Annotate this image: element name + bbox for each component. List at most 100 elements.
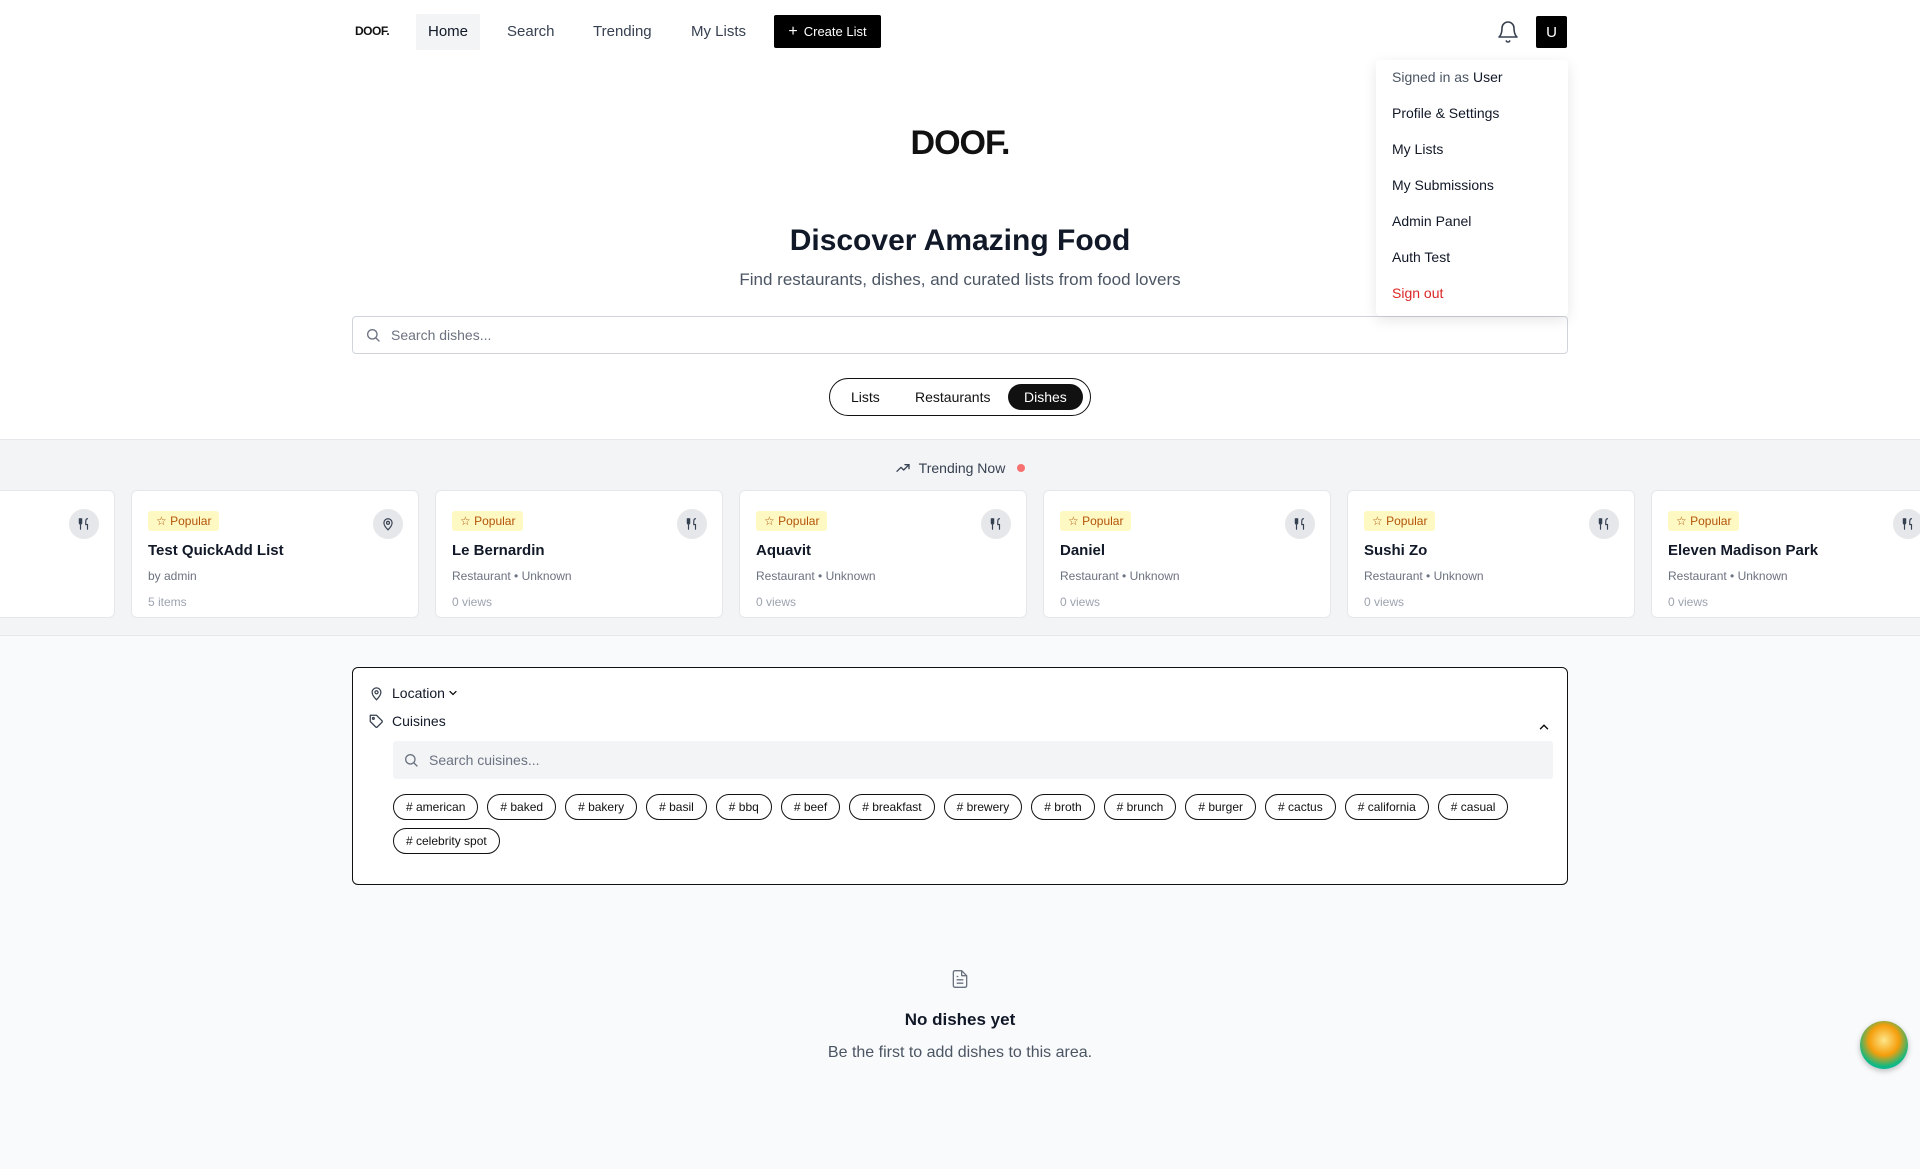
- document-icon: [952, 970, 968, 988]
- signed-in-as: Signed in as User: [1392, 69, 1503, 85]
- card-views: 0 views: [1364, 595, 1405, 609]
- nav-trending[interactable]: Trending: [581, 14, 664, 50]
- card-title: Aquavit: [756, 542, 812, 559]
- card-meta: Restaurant • Unknown: [1060, 569, 1180, 583]
- cuisine-chip[interactable]: # celebrity spot: [393, 828, 500, 854]
- card-meta: Restaurant • Unknown: [452, 569, 572, 583]
- search-icon: [405, 754, 418, 767]
- trending-card[interactable]: ☆ Popular Daniel Restaurant • Unknown 0 …: [1043, 490, 1331, 618]
- trending-card[interactable]: ☆ Popular Aquavit Restaurant • Unknown 0…: [739, 490, 1027, 618]
- filter-panel: Location Cuisines Search cuisines... # a…: [352, 667, 1568, 885]
- cuisine-chip[interactable]: # cactus: [1265, 794, 1336, 820]
- nav-home[interactable]: Home: [416, 14, 481, 50]
- location-label: Location: [392, 685, 445, 701]
- trending-heading-label: Trending Now: [918, 460, 1006, 476]
- nav-my-lists[interactable]: My Lists: [679, 14, 758, 50]
- plus-icon: +: [788, 22, 798, 40]
- utensils-icon: [1285, 509, 1315, 539]
- assistant-fab-button[interactable]: [1860, 1021, 1908, 1069]
- user-menu-dropdown: Signed in as User Profile & Settings My …: [1376, 60, 1568, 316]
- utensils-icon: [981, 509, 1011, 539]
- trending-heading: Trending Now: [0, 460, 1920, 476]
- map-pin-icon: [373, 509, 403, 539]
- utensils-icon: [677, 509, 707, 539]
- create-list-label: Create List: [803, 24, 867, 39]
- menu-auth-test[interactable]: Auth Test: [1392, 249, 1450, 265]
- cuisine-chip[interactable]: # breakfast: [849, 794, 935, 820]
- menu-my-lists[interactable]: My Lists: [1392, 141, 1443, 157]
- page-subtitle: Find restaurants, dishes, and curated li…: [739, 270, 1181, 289]
- nav-search[interactable]: Search: [495, 14, 567, 50]
- content-type-tabs: Lists Restaurants Dishes: [829, 378, 1091, 416]
- card-views: 0 views: [756, 595, 797, 609]
- tab-restaurants[interactable]: Restaurants: [899, 384, 1006, 410]
- cuisine-chip[interactable]: # casual: [1437, 794, 1509, 820]
- popular-badge-label: Popular: [1386, 514, 1428, 528]
- trending-card[interactable]: ☆ Popular Sushi Zo Restaurant • Unknown …: [1347, 490, 1635, 618]
- menu-my-submissions[interactable]: My Submissions: [1392, 177, 1494, 193]
- trending-card[interactable]: ☆ Popular Le Bernardin Restaurant • Unkn…: [435, 490, 723, 618]
- search-input[interactable]: Search dishes...: [352, 316, 1568, 354]
- cuisine-chip[interactable]: # beef: [780, 794, 841, 820]
- tab-dishes[interactable]: Dishes: [1008, 384, 1083, 410]
- live-dot: [1017, 464, 1026, 472]
- bell-icon[interactable]: [1496, 20, 1520, 44]
- utensils-icon: [69, 509, 99, 539]
- search-icon: [367, 329, 380, 342]
- trending-card[interactable]: ☆ Popular Test QuickAdd List by admin 5 …: [131, 490, 419, 618]
- card-meta: Restaurant • Unknown: [1668, 569, 1788, 583]
- hero-section: [0, 0, 1920, 440]
- search-placeholder: Search dishes...: [391, 327, 492, 343]
- card-title: Sushi Zo: [1364, 542, 1428, 559]
- signed-in-username: User: [1472, 69, 1503, 85]
- cuisine-chip[interactable]: # burger: [1185, 794, 1257, 820]
- signed-in-prefix: Signed in as: [1392, 69, 1470, 85]
- cuisine-chip[interactable]: # brewery: [943, 794, 1023, 820]
- popular-badge-label: Popular: [474, 514, 516, 528]
- popular-badge: ☆ Popular: [1364, 511, 1436, 531]
- trending-up-icon: [896, 464, 910, 472]
- utensils-icon: [1589, 509, 1619, 539]
- cuisine-chip[interactable]: # brunch: [1103, 794, 1177, 820]
- card-views: 0 views: [1060, 595, 1101, 609]
- popular-badge-label: Popular: [170, 514, 212, 528]
- chevron-down-icon: [449, 690, 457, 696]
- create-list-button[interactable]: + Create List: [774, 15, 881, 48]
- popular-badge-label: Popular: [1082, 514, 1124, 528]
- popular-badge-label: Popular: [778, 514, 820, 528]
- popular-badge: ☆ Popular: [756, 511, 828, 531]
- trending-card[interactable]: [0, 490, 115, 618]
- cuisine-chip[interactable]: # bbq: [715, 794, 772, 820]
- cuisine-chip[interactable]: # broth: [1031, 794, 1095, 820]
- popular-badge: ☆ Popular: [1060, 511, 1132, 531]
- nav-logo[interactable]: DOOF.: [355, 24, 390, 38]
- cuisine-chip[interactable]: # american: [393, 794, 479, 820]
- popular-badge: ☆ Popular: [452, 511, 524, 531]
- menu-admin-panel[interactable]: Admin Panel: [1392, 213, 1471, 229]
- card-title: Daniel: [1060, 542, 1106, 559]
- cuisine-chip[interactable]: # basil: [646, 794, 707, 820]
- menu-profile-settings[interactable]: Profile & Settings: [1392, 105, 1499, 121]
- location-filter[interactable]: Location: [369, 685, 459, 701]
- trending-section: Trending Now ☆ Popular Test QuickAdd Lis…: [0, 440, 1920, 636]
- empty-state-title: No dishes yet: [904, 1010, 1016, 1029]
- cuisine-chip[interactable]: # baked: [487, 794, 557, 820]
- user-avatar-button[interactable]: U: [1536, 16, 1567, 48]
- menu-sign-out[interactable]: Sign out: [1392, 285, 1443, 301]
- cuisines-label: Cuisines: [392, 713, 446, 729]
- tab-lists[interactable]: Lists: [835, 384, 896, 410]
- cuisines-filter[interactable]: Cuisines: [369, 713, 446, 729]
- cuisine-chip[interactable]: # california: [1344, 794, 1429, 820]
- top-navbar: DOOF. Home Search Trending My Lists + Cr…: [0, 0, 1920, 64]
- card-title: Test QuickAdd List: [148, 542, 284, 559]
- popular-badge: ☆ Popular: [148, 511, 220, 531]
- chevron-up-icon[interactable]: [1537, 720, 1551, 734]
- page-title: Discover Amazing Food: [789, 224, 1131, 257]
- cuisine-search-input[interactable]: Search cuisines...: [393, 741, 1553, 779]
- trending-card[interactable]: ☆ Popular Eleven Madison Park Restaurant…: [1651, 490, 1920, 618]
- popular-badge: ☆ Popular: [1668, 511, 1740, 531]
- cuisine-chip[interactable]: # bakery: [565, 794, 638, 820]
- card-views: 0 views: [452, 595, 493, 609]
- card-title: Le Bernardin: [452, 542, 545, 559]
- popular-badge-label: Popular: [1690, 514, 1732, 528]
